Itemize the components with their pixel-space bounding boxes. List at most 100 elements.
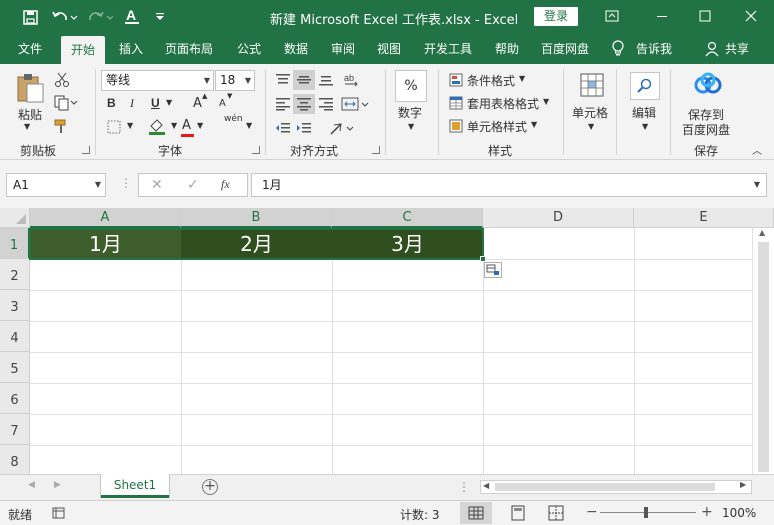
quick-analysis-icon[interactable] (484, 262, 502, 278)
row-header-5[interactable]: 5 (0, 352, 30, 383)
normal-view-icon[interactable] (460, 502, 492, 524)
italic-button[interactable]: I (130, 96, 134, 111)
tab-home[interactable]: 开始 (61, 36, 106, 64)
minimize-icon[interactable] (649, 4, 675, 28)
login-button[interactable]: 登录 (534, 7, 578, 26)
row-header-7[interactable]: 7 (0, 414, 30, 445)
drag-handle-icon[interactable]: ⋮ (120, 176, 132, 190)
tell-me-search[interactable]: 告诉我 (636, 34, 672, 64)
row-header-3[interactable]: 3 (0, 290, 30, 321)
tab-insert[interactable]: 插入 (119, 34, 143, 64)
baidu-netdisk-icon[interactable] (693, 70, 723, 100)
prev-sheet-icon[interactable]: ◀ (28, 480, 35, 490)
row-header-2[interactable]: 2 (0, 259, 30, 290)
macro-record-icon[interactable] (52, 506, 66, 520)
cells-dropdown-icon[interactable]: ▼ (588, 122, 594, 131)
copy-icon[interactable] (52, 94, 80, 112)
cell-styles-icon[interactable] (448, 118, 464, 134)
person-icon[interactable] (705, 34, 723, 64)
grow-font-button[interactable]: A (193, 96, 202, 111)
insert-function-icon[interactable]: fx (221, 177, 230, 192)
zoom-slider-thumb[interactable] (644, 507, 648, 518)
collapse-ribbon-icon[interactable]: ︿ (752, 142, 762, 157)
clipboard-launcher-icon[interactable] (82, 146, 90, 154)
conditional-format-icon[interactable] (448, 72, 464, 88)
tab-page-layout[interactable]: 页面布局 (165, 34, 213, 64)
vertical-scrollbar[interactable]: ▲ (752, 228, 774, 474)
zoom-in-icon[interactable]: + (701, 504, 713, 520)
zoom-level[interactable]: 100% (722, 506, 756, 520)
horizontal-scroll-thumb[interactable] (495, 483, 715, 491)
tab-data[interactable]: 数据 (284, 34, 308, 64)
fill-color-dropdown-icon[interactable]: ▼ (171, 121, 177, 130)
text-angle-icon[interactable] (328, 118, 356, 138)
align-middle-icon[interactable] (293, 70, 315, 90)
next-sheet-icon[interactable]: ▶ (54, 480, 61, 490)
row-header-1[interactable]: 1 (0, 228, 30, 259)
fill-color-icon[interactable] (146, 116, 168, 136)
cut-icon[interactable] (52, 71, 72, 89)
add-sheet-icon[interactable]: + (202, 479, 218, 495)
increase-indent-icon[interactable] (293, 118, 315, 138)
column-header-c[interactable]: C (332, 208, 483, 228)
worksheet-grid[interactable]: A B C D E 1 2 3 4 5 6 7 8 1月 2月 3月 ▲ (0, 208, 774, 474)
font-color-button[interactable]: A (182, 118, 191, 133)
borders-icon[interactable] (104, 118, 124, 136)
tab-formulas[interactable]: 公式 (237, 34, 261, 64)
tab-developer[interactable]: 开发工具 (424, 34, 472, 64)
redo-icon[interactable] (86, 7, 116, 27)
horizontal-scrollbar[interactable]: ◀ (480, 480, 752, 494)
editing-button[interactable]: 编辑 (632, 104, 656, 121)
align-bottom-icon[interactable] (315, 70, 337, 90)
shrink-font-button[interactable]: A (219, 98, 226, 109)
column-header-e[interactable]: E (634, 208, 774, 228)
font-launcher-icon[interactable] (252, 146, 260, 154)
page-break-view-icon[interactable] (544, 502, 568, 524)
column-header-d[interactable]: D (483, 208, 634, 228)
sheet-tab-sheet1[interactable]: Sheet1 (101, 474, 169, 498)
cells-button[interactable]: 单元格 (572, 104, 608, 121)
scroll-up-icon[interactable]: ▲ (759, 228, 765, 237)
name-box[interactable]: A1 ▼ (6, 173, 106, 197)
share-button[interactable]: 共享 (725, 34, 749, 64)
orientation-icon[interactable]: ab (340, 70, 362, 90)
split-handle-icon[interactable]: ⋮ (458, 480, 470, 494)
enter-icon[interactable]: ✓ (187, 177, 199, 193)
font-color-dropdown-icon[interactable]: ▼ (197, 121, 203, 130)
close-icon[interactable] (738, 4, 764, 28)
scroll-right-icon[interactable]: ▶ (740, 480, 746, 489)
align-left-icon[interactable] (272, 94, 294, 114)
align-top-icon[interactable] (272, 70, 294, 90)
format-painter-icon[interactable] (52, 117, 72, 135)
column-header-b[interactable]: B (181, 208, 332, 228)
paste-icon[interactable] (12, 70, 48, 104)
customize-toolbar-icon[interactable] (150, 7, 170, 27)
formula-input[interactable]: 1月 ▼ (251, 173, 767, 197)
underline-dropdown-icon[interactable]: ▼ (166, 98, 172, 107)
row-header-6[interactable]: 6 (0, 383, 30, 414)
column-header-a[interactable]: A (30, 208, 181, 228)
underline-button[interactable]: U (151, 96, 160, 110)
cells-icon[interactable] (577, 70, 607, 100)
font-color-quick-icon[interactable]: A (122, 7, 142, 27)
row-header-4[interactable]: 4 (0, 321, 30, 352)
save-icon[interactable] (20, 7, 40, 27)
align-right-icon[interactable] (315, 94, 337, 114)
tab-file[interactable]: 文件 (18, 34, 42, 64)
row-header-8[interactable]: 8 (0, 445, 30, 474)
phonetic-button[interactable]: wén (224, 114, 243, 124)
format-as-table-button[interactable]: 套用表格格式 (467, 95, 539, 112)
vertical-scroll-thumb[interactable] (758, 242, 769, 472)
maximize-icon[interactable] (692, 4, 718, 28)
merge-center-icon[interactable] (340, 94, 370, 114)
number-dropdown-icon[interactable]: ▼ (408, 122, 414, 131)
decrease-indent-icon[interactable] (272, 118, 294, 138)
cancel-icon[interactable]: ✕ (151, 177, 163, 193)
font-size-select[interactable]: 18 ▼ (215, 70, 255, 91)
zoom-out-icon[interactable]: − (586, 504, 598, 520)
conditional-format-button[interactable]: 条件格式 (467, 72, 515, 89)
undo-icon[interactable] (50, 7, 80, 27)
format-table-icon[interactable] (448, 95, 464, 111)
save-to-label-2[interactable]: 百度网盘 (682, 121, 730, 138)
zoom-slider[interactable] (600, 512, 696, 513)
